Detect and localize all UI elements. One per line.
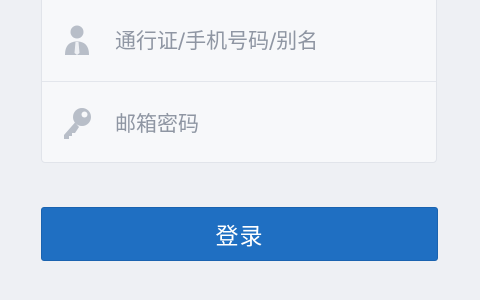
login-form: 登录	[41, 0, 438, 300]
key-icon	[60, 106, 94, 142]
field-divider	[42, 81, 436, 82]
account-field[interactable]	[42, 1, 436, 81]
account-input[interactable]	[115, 21, 415, 61]
login-button[interactable]: 登录	[41, 207, 438, 261]
user-icon	[60, 23, 94, 59]
password-field[interactable]	[42, 84, 436, 164]
credentials-field-group	[41, 0, 437, 163]
password-input[interactable]	[115, 104, 415, 144]
